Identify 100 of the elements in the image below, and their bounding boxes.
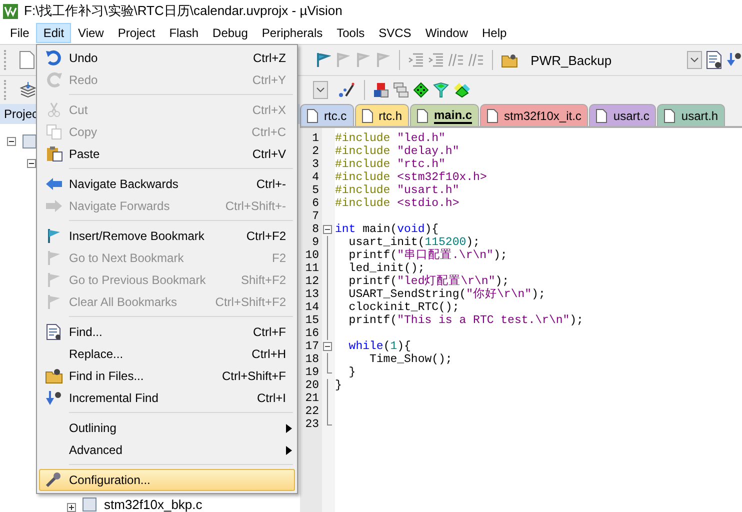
target-select[interactable]: PWR_Backup [530,51,702,69]
dropdown-button[interactable] [313,81,328,99]
line-number: 7 [311,210,319,223]
menu-item[interactable]: Configuration... [39,469,295,491]
menu-item[interactable]: Project [110,23,162,43]
menu-item[interactable]: Find... Ctrl+F [39,321,295,343]
code-line: printf("串口配置.\r\n"); [348,249,508,262]
stack-icon[interactable] [19,82,37,98]
diamond-icon[interactable] [413,82,429,98]
code-line: #include "rtc.h" [335,158,446,171]
menu-item[interactable]: Insert/Remove Bookmark Ctrl+F2 [39,225,295,247]
menu-item[interactable]: Window [418,23,475,43]
document-icon [45,324,63,340]
copy-icon [45,124,63,140]
code-line: clockinit_RTC(); [348,301,460,314]
menu-item[interactable]: SVCS [372,23,418,43]
menu-item[interactable]: File [3,23,36,43]
dropdown-button[interactable] [687,51,702,69]
line-number: 2 [311,145,319,158]
folder-icon[interactable] [500,52,519,68]
submenu-arrow-icon [286,446,292,454]
magic-wand-icon[interactable] [338,82,356,98]
menu-item[interactable]: Outlining [39,417,295,439]
line-number: 14 [304,301,319,314]
line-number: 5 [311,184,319,197]
menu-item[interactable]: Debug [206,23,255,43]
code-line: } [348,366,356,379]
line-number: 20 [304,379,319,392]
document-icon[interactable] [706,51,722,69]
menu-item[interactable]: Find in Files... Ctrl+Shift+F [39,365,295,387]
file-tab[interactable]: usart.c [589,104,656,126]
shortcut-text: Ctrl+C [252,125,286,139]
code-line: #include "delay.h" [335,145,460,158]
menu-item[interactable]: Edit [36,23,72,43]
line-number: 8 [311,223,319,236]
caret-icon [690,57,700,63]
clipboard-icon [45,146,63,162]
file-icon [596,108,608,122]
funnel-icon[interactable] [433,82,449,98]
menu-item[interactable]: Replace... Ctrl+H [39,343,295,365]
menu-item[interactable]: Tools [330,23,372,43]
collapse-icon[interactable] [7,136,16,146]
line-number: 17 [304,340,319,353]
line-number: 22 [304,405,319,418]
expand-icon[interactable] [67,503,76,512]
file-icon [487,108,498,122]
file-icon [417,108,428,122]
shortcut-text: Ctrl+X [252,103,286,117]
caret-icon [316,87,325,93]
folder-icon [22,134,38,148]
line-number: 18 [304,353,319,366]
collapse-icon[interactable] [323,340,332,353]
shortcut-text: Ctrl+F2 [246,229,286,243]
tree-item[interactable]: stm32f10x_bkp.c [104,497,202,512]
code-line: Time_Show(); [368,353,452,366]
line-number: 3 [311,158,319,171]
line-number: 1 [311,132,319,145]
menu-item[interactable]: Undo Ctrl+Z [39,47,295,69]
code-line: #include <stm32f10x.h> [335,171,487,184]
code-line: int main(void){ [335,223,439,236]
file-tab[interactable]: main.c [410,104,480,126]
code-line: #include <stdio.h> [335,197,460,210]
menu-item[interactable]: Flash [162,23,206,43]
redo-icon [45,72,63,88]
right-arrow-icon [45,198,63,214]
shortcut-text: Ctrl+V [252,147,286,161]
menu-item[interactable]: Navigate Backwards Ctrl+- [39,173,295,195]
diamonds-icon[interactable] [453,82,471,98]
collapse-icon[interactable] [323,223,332,236]
line-number: 16 [304,327,319,340]
code-line: USART_SendString("你好\r\n"); [348,288,546,301]
collapse-icon[interactable] [27,158,36,168]
code-line: #include "usart.h" [335,184,460,197]
file-tab[interactable]: rtc.c [300,104,354,126]
file-tab[interactable]: stm32f10x_it.c [480,104,588,126]
shortcut-text: F2 [272,251,286,265]
menu-item[interactable]: Incremental Find Ctrl+I [39,387,295,409]
file-tab[interactable]: rtc.h [354,104,410,126]
blocks-icon[interactable] [373,82,389,98]
line-number: 10 [304,249,319,262]
line-number: 19 [304,366,319,379]
menu-item[interactable]: Paste Ctrl+V [39,143,295,165]
code-line: usart_init(115200); [348,236,480,249]
menu-item[interactable]: Advanced [39,439,295,461]
scissors-icon [45,102,63,118]
menu-item[interactable]: Help [475,23,514,43]
shortcut-text: Ctrl+Y [252,73,286,87]
window-title: F:\找工作补习\实验\RTC日历\calendar.uvprojx - µVision [24,2,342,20]
line-number: 11 [304,262,319,275]
app-logo-icon [3,4,18,18]
folder-icon [45,368,63,384]
menu-item[interactable]: Peripherals [254,23,330,43]
menu-item[interactable]: View [71,23,111,43]
line-number: 21 [304,392,319,405]
code-line: #include "led.h" [335,132,446,145]
file-tab[interactable]: usart.h [657,104,726,126]
file-icon [82,497,98,512]
shortcut-text: Ctrl+I [256,391,286,405]
code-line: printf("led灯配置\r\n"); [348,275,510,288]
flag-icon[interactable] [315,52,332,68]
